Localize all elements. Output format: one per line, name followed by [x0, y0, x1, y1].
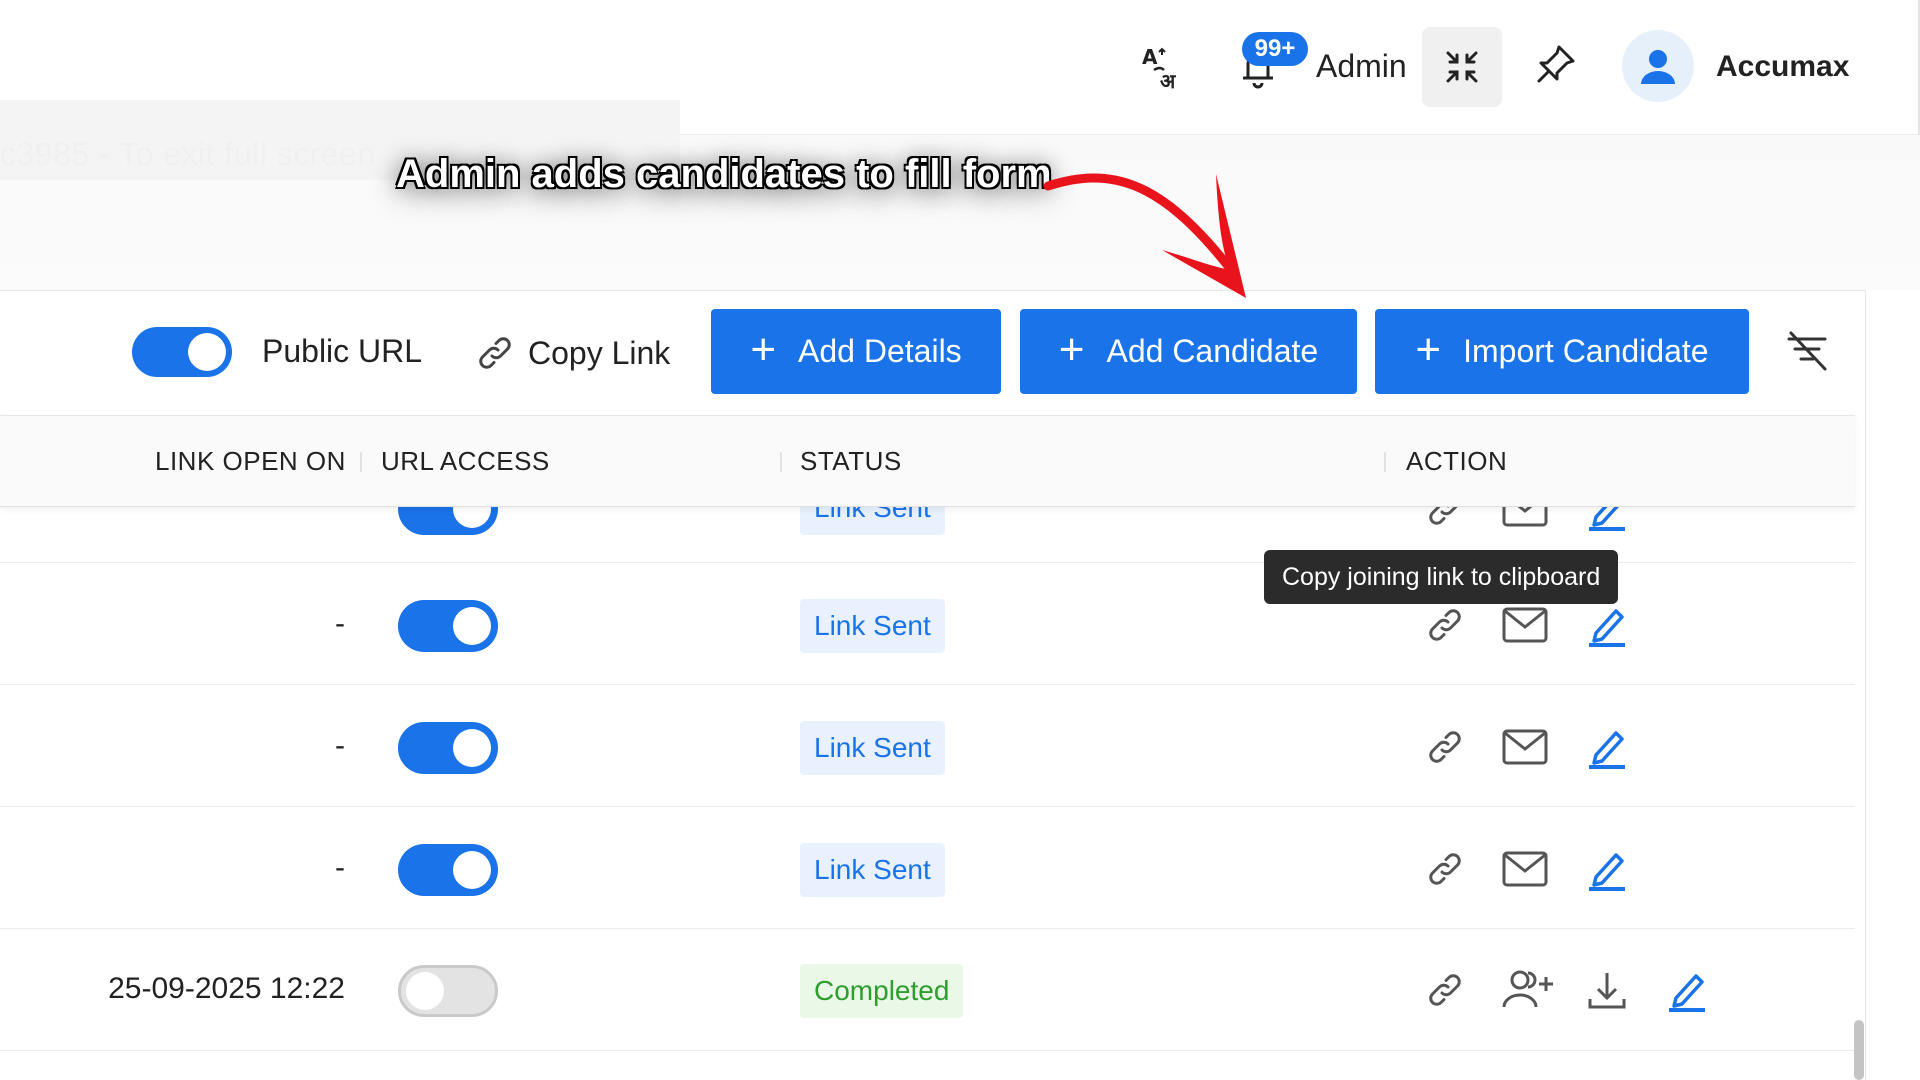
- add-user-icon[interactable]: [1500, 967, 1556, 1013]
- table-row: - Link Sent: [0, 685, 1855, 807]
- column-header-url-access[interactable]: URL ACCESS: [381, 446, 550, 477]
- column-divider: [1384, 452, 1386, 472]
- public-url-label: Public URL: [262, 333, 423, 369]
- toggle-knob: [188, 333, 226, 371]
- table-row: 25-09-2025 12:22 Completed: [0, 929, 1855, 1051]
- mail-icon[interactable]: [1502, 724, 1548, 770]
- add-details-label: Add Details: [798, 333, 962, 369]
- annotation-caption: Admin adds candidates to fill form: [396, 152, 1052, 196]
- edit-icon[interactable]: [1584, 846, 1630, 892]
- link-icon[interactable]: [1422, 602, 1468, 648]
- plus-icon: +: [1415, 324, 1442, 374]
- pin-icon[interactable]: [1530, 40, 1580, 90]
- status-badge: Completed: [800, 964, 964, 1018]
- role-label: Admin: [1316, 48, 1407, 84]
- download-icon[interactable]: [1584, 967, 1630, 1013]
- column-header-action[interactable]: ACTION: [1406, 446, 1507, 477]
- import-candidate-button[interactable]: + Import Candidate: [1375, 309, 1749, 394]
- url-access-toggle[interactable]: [398, 844, 498, 896]
- link-open-on-cell: -: [335, 607, 345, 640]
- scrollbar-thumb[interactable]: [1854, 1020, 1864, 1080]
- link-open-on-cell: -: [335, 851, 345, 884]
- status-badge: Link Sent: [800, 599, 945, 653]
- add-candidate-label: Add Candidate: [1106, 333, 1319, 369]
- url-access-toggle[interactable]: [398, 600, 498, 652]
- edit-icon[interactable]: [1584, 724, 1630, 770]
- import-candidate-label: Import Candidate: [1463, 333, 1709, 369]
- column-header-status[interactable]: STATUS: [800, 446, 902, 477]
- user-icon: [1641, 50, 1675, 84]
- link-icon[interactable]: [1422, 724, 1468, 770]
- toggle-knob: [406, 972, 444, 1010]
- mail-icon[interactable]: [1502, 846, 1548, 892]
- toggle-knob: [453, 851, 491, 889]
- add-candidate-button[interactable]: + Add Candidate: [1020, 309, 1357, 394]
- column-divider: [780, 452, 782, 472]
- url-access-toggle[interactable]: [398, 722, 498, 774]
- edit-icon[interactable]: [1664, 967, 1710, 1013]
- plus-icon: +: [1058, 324, 1085, 374]
- user-name[interactable]: Accumax: [1716, 50, 1849, 84]
- annotation-arrow-icon: [1043, 173, 1246, 298]
- edit-icon[interactable]: [1584, 602, 1630, 648]
- link-icon[interactable]: [1422, 967, 1468, 1013]
- clear-filter-icon[interactable]: [1782, 326, 1832, 376]
- column-header-link-open-on[interactable]: LINK OPEN ON: [155, 446, 346, 477]
- mail-icon[interactable]: [1502, 602, 1548, 648]
- translate-icon[interactable]: A अ: [1140, 44, 1186, 90]
- toggle-knob: [453, 729, 491, 767]
- status-badge: Link Sent: [800, 721, 945, 775]
- copy-link-button[interactable]: Copy Link: [474, 328, 670, 378]
- copy-link-label: Copy Link: [528, 334, 671, 371]
- plus-icon: +: [750, 324, 777, 374]
- status-badge: Link Sent: [800, 843, 945, 897]
- column-divider: [360, 452, 362, 472]
- table-row: - Link Sent: [0, 807, 1855, 929]
- link-icon: [479, 337, 511, 369]
- toggle-knob: [453, 607, 491, 645]
- fullscreen-notice: c3985 - To exit full screen: [0, 136, 376, 172]
- avatar[interactable]: [1622, 30, 1694, 102]
- exit-fullscreen-icon[interactable]: [1422, 27, 1502, 107]
- link-open-on-cell: 25-09-2025 12:22: [108, 972, 345, 1005]
- svg-text:A: A: [1142, 45, 1158, 69]
- svg-text:अ: अ: [1160, 69, 1176, 90]
- add-details-button[interactable]: + Add Details: [711, 309, 1001, 394]
- link-icon[interactable]: [1422, 846, 1468, 892]
- copy-link-tooltip: Copy joining link to clipboard: [1264, 550, 1619, 604]
- url-access-toggle[interactable]: [398, 965, 498, 1017]
- link-open-on-cell: -: [335, 729, 345, 762]
- notification-badge: 99+: [1242, 32, 1308, 66]
- public-url-toggle[interactable]: [132, 327, 232, 377]
